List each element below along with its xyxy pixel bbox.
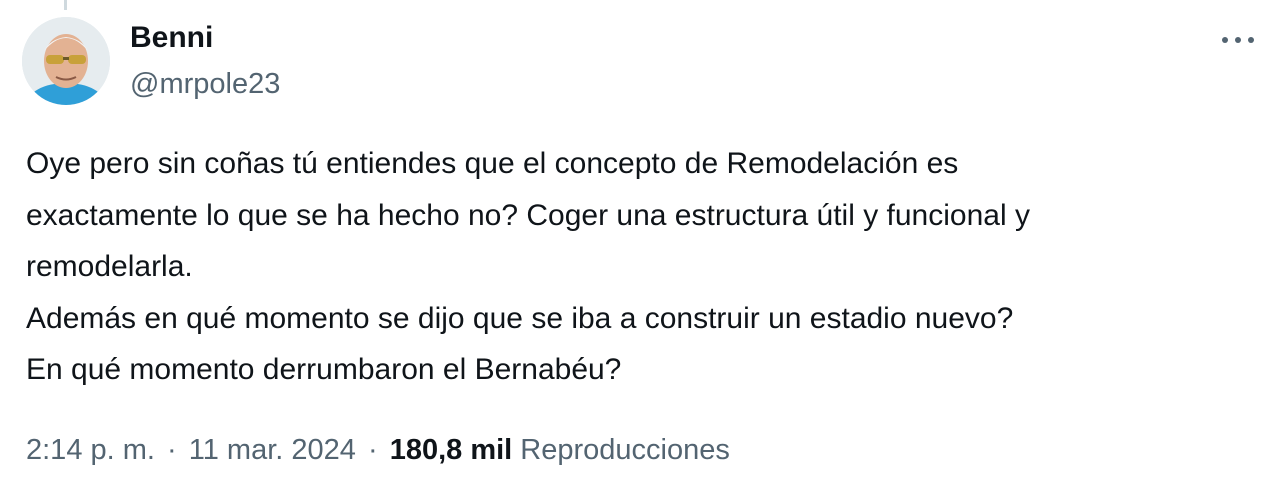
tweet-text-line: Además en qué momento se dijo que se iba… (26, 301, 1014, 335)
tweet-date[interactable]: 11 mar. 2024 (189, 434, 356, 466)
more-options-button[interactable] (1218, 26, 1258, 54)
avatar[interactable] (22, 17, 110, 105)
tweet-metadata: 2:14 p. m. · 11 mar. 2024 · 180,8 mil Re… (26, 430, 730, 470)
tweet-text-line: Oye pero sin coñas tú entiendes que el c… (26, 147, 959, 180)
tweet-text-line: exactamente lo que se ha hecho no? Coger… (26, 198, 1030, 232)
views-label: Reproducciones (520, 434, 730, 466)
tweet-text-line: remodelarla. (26, 250, 193, 283)
meta-separator: · (167, 434, 177, 466)
avatar-image (22, 17, 110, 105)
tweet-header: Benni @mrpole23 (130, 20, 280, 102)
tweet-text-line: En qué momento derrumbaron el Bernabéu? (26, 353, 622, 386)
tweet-text: Oye pero sin coñas tú entiendes que el c… (26, 138, 1266, 396)
author-handle[interactable]: @mrpole23 (130, 66, 280, 102)
author-display-name[interactable]: Benni (130, 20, 280, 56)
thread-connector-line (64, 0, 67, 10)
views-count: 180,8 mil (389, 434, 513, 466)
tweet-time[interactable]: 2:14 p. m. (26, 434, 155, 466)
meta-separator: · (367, 434, 378, 466)
more-horizontal-icon (1222, 37, 1254, 43)
